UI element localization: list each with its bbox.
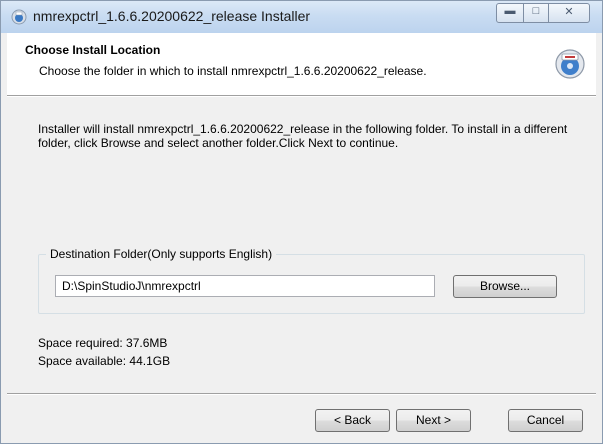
maximize-button[interactable]: □ (523, 3, 549, 23)
installer-window: nmrexpctrl_1.6.6.20200622_release Instal… (0, 0, 603, 444)
space-required: Space required: 37.6MB (38, 336, 168, 350)
close-icon: ✕ (564, 6, 574, 18)
footer-divider (7, 393, 596, 395)
page-subtitle: Choose the folder in which to install nm… (39, 64, 427, 78)
maximize-icon: □ (532, 5, 540, 17)
browse-button[interactable]: Browse... (453, 275, 557, 298)
destination-folder-input[interactable] (55, 275, 435, 297)
page-header: Choose Install Location Choose the folde… (7, 33, 596, 95)
installer-app-icon (11, 9, 27, 25)
space-available: Space available: 44.1GB (38, 354, 171, 368)
installer-disk-icon (555, 49, 585, 79)
cancel-button[interactable]: Cancel (508, 409, 583, 432)
minimize-icon: ▬ (504, 5, 516, 17)
page-title: Choose Install Location (25, 43, 161, 57)
minimize-button[interactable]: ▬ (496, 3, 524, 23)
window-title: nmrexpctrl_1.6.6.20200622_release Instal… (33, 8, 311, 24)
close-button[interactable]: ✕ (548, 3, 590, 23)
title-bar[interactable]: nmrexpctrl_1.6.6.20200622_release Instal… (1, 1, 602, 33)
next-button[interactable]: Next > (396, 409, 471, 432)
back-button[interactable]: < Back (315, 409, 390, 432)
header-divider (7, 95, 596, 97)
destination-folder-label: Destination Folder(Only supports English… (46, 247, 277, 261)
install-description: Installer will install nmrexpctrl_1.6.6.… (38, 122, 568, 150)
